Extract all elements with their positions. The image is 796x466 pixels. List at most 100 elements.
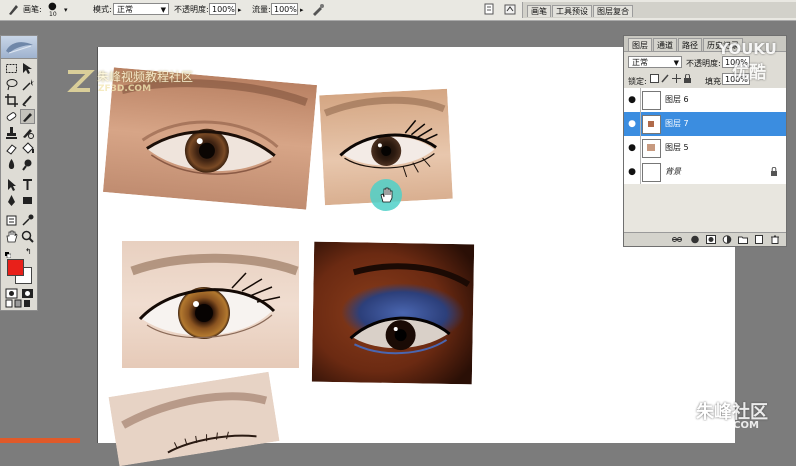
brush-tool-icon[interactable] <box>20 109 35 124</box>
corner-logo-watermark <box>664 399 696 429</box>
airbrush-icon[interactable] <box>311 2 325 16</box>
paint-bucket-tool-icon[interactable] <box>20 141 35 156</box>
type-tool-icon[interactable] <box>20 177 35 192</box>
video-progress-bar <box>0 438 80 443</box>
lock-icon <box>770 166 778 178</box>
blend-mode-value: 正常 <box>632 58 648 67</box>
lock-position-icon[interactable] <box>672 74 681 85</box>
history-brush-tool-icon[interactable] <box>20 125 35 140</box>
toolbox-header <box>1 36 37 59</box>
screen-mode-full-icon[interactable] <box>22 298 37 310</box>
notes-tool-icon[interactable] <box>4 213 19 228</box>
toolbox: ↰ <box>0 35 38 311</box>
layer-row-6[interactable]: ● 图层 6 <box>624 88 786 113</box>
layer-name: 图层 5 <box>665 143 689 152</box>
site-watermark-text: 朱峰视频教程社区 <box>97 70 194 84</box>
default-colors-icon[interactable] <box>5 251 12 259</box>
layers-list-empty-area <box>624 184 786 233</box>
swap-colors-icon[interactable]: ↰ <box>25 247 32 256</box>
eye-icon[interactable]: ● <box>624 112 641 136</box>
site-watermark-url: ZF3D.COM <box>98 84 152 94</box>
eyedropper-tool-icon[interactable] <box>20 213 35 228</box>
options-bar: 画笔: ● 10 ▾ 模式: 正常 ▼ 不透明度: 100% ▸ 流量: 100… <box>0 0 796 21</box>
move-tool-icon[interactable] <box>20 61 35 76</box>
layer-row-7[interactable]: ● 图层 7 <box>624 112 786 137</box>
layer-row-5[interactable]: ● 图层 5 <box>624 136 786 161</box>
layer-opacity-label: 不透明度: <box>686 59 721 68</box>
link-layers-icon[interactable] <box>672 235 682 246</box>
well-tab-brushes[interactable]: 画笔 <box>527 5 551 17</box>
mode-label: 模式: <box>93 5 112 14</box>
fill-label: 填充: <box>705 77 724 86</box>
opacity-slider-arrow-icon[interactable]: ▸ <box>238 3 242 17</box>
magic-wand-tool-icon[interactable] <box>20 77 35 92</box>
well-tab-tool-presets[interactable]: 工具预设 <box>552 5 592 17</box>
brush-picker-arrow-icon[interactable]: ▾ <box>64 3 68 17</box>
tab-channels[interactable]: 通道 <box>653 38 677 51</box>
tab-paths[interactable]: 路径 <box>678 38 702 51</box>
site-logo-watermark <box>62 64 96 98</box>
eye-icon[interactable]: ● <box>624 136 641 160</box>
layer-thumbnail <box>642 115 661 134</box>
marquee-tool-icon[interactable] <box>4 61 19 76</box>
chevron-down-icon: ▼ <box>160 6 166 14</box>
hand-tool-icon[interactable] <box>4 229 19 244</box>
lock-image-icon[interactable] <box>661 74 670 85</box>
eye-icon[interactable]: ● <box>624 88 641 112</box>
foreground-color-swatch[interactable] <box>7 259 24 276</box>
rectangle-tool-icon[interactable] <box>20 193 35 208</box>
blur-tool-icon[interactable] <box>4 157 19 172</box>
adjustment-layer-icon[interactable] <box>722 235 732 246</box>
blend-mode-select[interactable]: 正常 ▼ <box>628 56 682 68</box>
eye-photo-3[interactable] <box>122 241 299 368</box>
layer-row-background[interactable]: ● 背景 <box>624 160 786 185</box>
layer-name: 图层 6 <box>665 95 689 104</box>
healing-brush-tool-icon[interactable] <box>4 109 19 124</box>
corner-watermark-url: ZF3D.COM <box>700 420 759 431</box>
eraser-tool-icon[interactable] <box>4 141 19 156</box>
chevron-down-icon: ▼ <box>673 59 679 67</box>
brush-size: 10 <box>49 11 57 18</box>
lock-transparency-icon[interactable] <box>650 74 659 85</box>
eye-photo-4[interactable] <box>311 241 475 385</box>
palette-well: 画笔 工具预设 图层复合 <box>522 2 796 18</box>
flow-slider-arrow-icon[interactable]: ▸ <box>300 3 304 17</box>
crop-tool-icon[interactable] <box>4 93 19 108</box>
well-tab-layer-comps[interactable]: 图层复合 <box>593 5 633 17</box>
new-group-icon[interactable] <box>738 235 748 246</box>
brush-label: 画笔: <box>23 5 42 14</box>
document-icon[interactable] <box>482 2 496 16</box>
youku-watermark-cn: 优酷 <box>732 63 766 83</box>
go-to-bridge-icon[interactable] <box>503 2 517 16</box>
lasso-tool-icon[interactable] <box>4 77 19 92</box>
layers-footer <box>624 232 786 246</box>
zoom-tool-icon[interactable] <box>20 229 35 244</box>
dodge-tool-icon[interactable] <box>20 157 35 172</box>
hand-cursor-icon <box>379 186 395 206</box>
youku-watermark: YOUKU <box>718 40 777 58</box>
trash-icon[interactable] <box>770 235 780 246</box>
slice-tool-icon[interactable] <box>20 93 35 108</box>
clone-stamp-tool-icon[interactable] <box>4 125 19 140</box>
eye-icon[interactable]: ● <box>624 160 641 184</box>
flow-label: 流量: <box>252 5 271 14</box>
lock-all-icon[interactable] <box>683 73 692 85</box>
layer-style-icon[interactable] <box>690 235 700 246</box>
flow-field[interactable]: 100% <box>271 3 298 15</box>
layer-thumbnail <box>642 139 661 158</box>
brush-tool-preset-icon[interactable] <box>6 2 20 16</box>
feather-logo-icon <box>6 42 33 54</box>
opacity-label: 不透明度: <box>174 5 209 14</box>
opacity-field[interactable]: 100% <box>209 3 236 15</box>
layer-thumbnail <box>642 91 661 110</box>
mode-select[interactable]: 正常 ▼ <box>113 3 169 15</box>
eye-photo-5[interactable] <box>108 371 280 466</box>
new-layer-icon[interactable] <box>754 235 764 246</box>
path-selection-tool-icon[interactable] <box>4 177 19 192</box>
pen-tool-icon[interactable] <box>4 193 19 208</box>
tab-layers[interactable]: 图层 <box>628 38 652 51</box>
mode-value: 正常 <box>117 5 133 14</box>
layer-name: 图层 7 <box>665 119 689 128</box>
layer-mask-icon[interactable] <box>706 235 716 246</box>
layer-thumbnail <box>642 163 661 182</box>
